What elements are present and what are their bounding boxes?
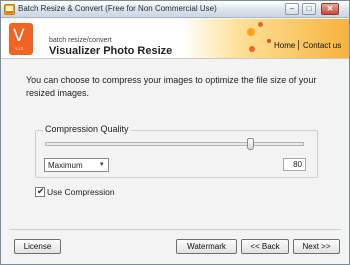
next-button-label: Next >> (302, 242, 331, 251)
checkmark-icon: ✔ (37, 186, 45, 196)
watermark-button-label: Watermark (187, 242, 226, 251)
license-button-label: License (23, 242, 52, 251)
watermark-button[interactable]: Watermark (176, 239, 237, 254)
maximize-button[interactable]: □ (302, 3, 316, 15)
use-compression-label[interactable]: Use Compression (47, 187, 115, 197)
decor-dot (247, 28, 255, 36)
next-button[interactable]: Next >> (293, 239, 340, 254)
minimize-icon: – (289, 4, 295, 13)
logo-letter: V (13, 26, 25, 46)
logo-subtext: V12 (15, 46, 24, 51)
footer-divider (9, 229, 341, 230)
back-button-label: << Back (250, 242, 280, 251)
home-link[interactable]: Home (274, 41, 295, 50)
product-name: Visualizer Photo Resize (49, 45, 173, 57)
contact-link[interactable]: Contact us (303, 41, 341, 50)
license-button[interactable]: License (14, 239, 61, 254)
chevron-down-icon: ▾ (100, 161, 104, 168)
quality-preset-select[interactable]: Maximum ▾ (44, 158, 109, 172)
back-button[interactable]: << Back (241, 239, 289, 254)
tagline: batch resize/convert (49, 37, 112, 44)
minimize-button[interactable]: – (285, 3, 299, 15)
visualizer-logo-icon: V V12 (9, 23, 33, 55)
compression-quality-label: Compression Quality (43, 124, 131, 134)
description-text: You can choose to compress your images t… (26, 75, 317, 98)
quality-value: 80 (293, 160, 302, 169)
app-icon (4, 4, 15, 15)
app-window: Batch Resize & Convert (Free for Non Com… (0, 0, 350, 265)
title-bar[interactable]: Batch Resize & Convert (Free for Non Com… (1, 1, 349, 18)
maximize-icon: □ (306, 4, 312, 13)
close-icon: ✕ (326, 4, 334, 13)
quality-slider-thumb[interactable] (247, 138, 254, 150)
decor-dot (249, 46, 255, 52)
app-header: V V12 batch resize/convert Visualizer Ph… (1, 19, 349, 59)
close-button[interactable]: ✕ (321, 3, 339, 15)
quality-slider-track[interactable] (45, 142, 304, 146)
header-link-divider (298, 40, 299, 50)
quality-value-field[interactable]: 80 (283, 158, 306, 171)
decor-dot (267, 39, 271, 43)
window-title: Batch Resize & Convert (Free for Non Com… (18, 4, 217, 13)
use-compression-checkbox[interactable]: ✔ (35, 186, 45, 197)
decor-dot (258, 22, 263, 27)
quality-preset-value: Maximum (48, 161, 83, 170)
